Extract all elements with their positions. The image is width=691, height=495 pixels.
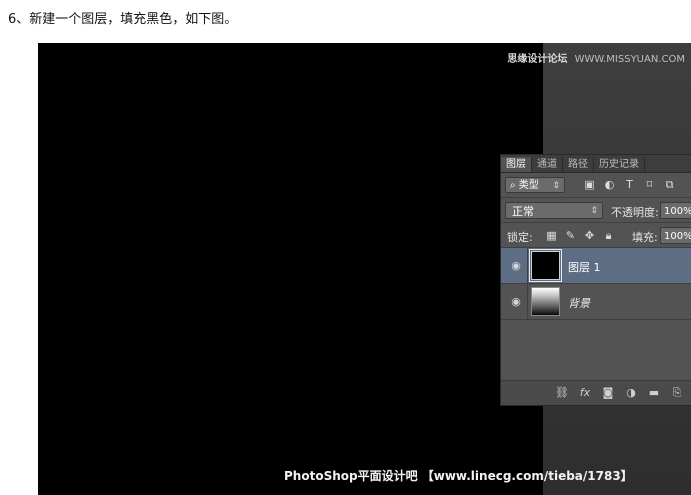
chevron-updown-icon: ⇕ — [552, 181, 560, 191]
tab-layers[interactable]: 图层 — [501, 157, 532, 172]
lock-position-icon[interactable]: ✥ — [583, 229, 596, 242]
instruction-caption: 6、新建一个图层，填充黑色，如下图。 — [8, 12, 238, 27]
layer-name: 背景 — [568, 297, 590, 310]
image-filter-icon[interactable]: ▣ — [583, 178, 596, 191]
adjustment-filter-icon[interactable]: ◐ — [603, 178, 616, 191]
adjustment-icon[interactable]: ◑ — [624, 386, 638, 399]
lock-row: 锁定: ▦ ✎ ✥ 🔒︎ 填充: 100% — [501, 223, 691, 247]
lock-icons: ▦ ✎ ✥ 🔒︎ — [545, 229, 615, 242]
layers-panel: 图层 通道 路径 历史记录 ⌕ 类型 ⇕ ▣ ◐ T ⌑ ⧉ 正常 ⇕ 不透明度… — [500, 154, 691, 406]
lock-transparent-icon[interactable]: ▦ — [545, 229, 558, 242]
chevron-updown-icon: ⇕ — [590, 206, 598, 216]
layer-row[interactable]: ◉ 背景 — [501, 284, 691, 320]
fx-icon[interactable]: fx — [578, 386, 592, 399]
divider — [527, 248, 528, 283]
fill-input[interactable]: 100% — [660, 227, 691, 244]
panel-footer: ⛓ fx ◙ ◑ ▬ ⎘ — [501, 380, 691, 405]
new-layer-icon[interactable]: ⎘ — [670, 386, 684, 399]
tab-channels[interactable]: 通道 — [532, 157, 563, 172]
tab-history[interactable]: 历史记录 — [594, 157, 645, 172]
watermark-top-cn: 思缘设计论坛 — [507, 54, 568, 65]
watermark-top: 思缘设计论坛 WWW.MISSYUAN.COM — [507, 50, 685, 65]
link-icon[interactable]: ⛓ — [555, 386, 569, 399]
lock-label: 锁定: — [507, 231, 533, 244]
layers-list: ◉ 图层 1 ◉ 背景 — [501, 248, 691, 380]
document-canvas[interactable] — [38, 43, 543, 495]
lock-image-icon[interactable]: ✎ — [564, 229, 577, 242]
panel-tabs: 图层 通道 路径 历史记录 — [501, 155, 691, 173]
eye-icon[interactable]: ◉ — [509, 295, 523, 308]
lock-all-icon[interactable]: 🔒︎ — [602, 229, 615, 242]
layer-row[interactable]: ◉ 图层 1 — [501, 248, 691, 284]
tab-paths[interactable]: 路径 — [563, 157, 594, 172]
smart-object-filter-icon[interactable]: ⧉ — [663, 178, 676, 191]
blend-row: 正常 ⇕ 不透明度: 100% — [501, 198, 691, 222]
layer-thumbnail — [531, 251, 560, 280]
layer-thumbnail — [531, 287, 560, 316]
search-icon: ⌕ — [510, 180, 516, 191]
divider — [527, 284, 528, 319]
fill-label: 填充: — [632, 231, 658, 244]
watermark-bottom: PhotoShop平面设计吧 【www.linecg.com/tieba/178… — [284, 469, 633, 483]
watermark-top-url: WWW.MISSYUAN.COM — [574, 54, 685, 65]
blend-mode-label: 正常 — [512, 205, 534, 218]
kind-filter-label: 类型 — [518, 180, 539, 191]
shape-filter-icon[interactable]: ⌑ — [643, 178, 656, 191]
blend-mode-select[interactable]: 正常 ⇕ — [505, 202, 603, 219]
mask-icon[interactable]: ◙ — [601, 386, 615, 399]
layer-name: 图层 1 — [568, 261, 601, 274]
eye-icon[interactable]: ◉ — [509, 259, 523, 272]
filter-row: ⌕ 类型 ⇕ ▣ ◐ T ⌑ ⧉ — [501, 173, 691, 197]
folder-icon[interactable]: ▬ — [647, 386, 661, 399]
kind-filter-select[interactable]: ⌕ 类型 ⇕ — [505, 177, 565, 193]
opacity-label: 不透明度: — [611, 206, 659, 219]
type-filter-icon[interactable]: T — [623, 178, 636, 191]
opacity-input[interactable]: 100% — [660, 202, 691, 219]
footer-icons: ⛓ fx ◙ ◑ ▬ ⎘ — [555, 386, 684, 399]
photoshop-screenshot: 思缘设计论坛 WWW.MISSYUAN.COM 图层 通道 路径 历史记录 ⌕ … — [38, 43, 691, 495]
filter-icons: ▣ ◐ T ⌑ ⧉ — [583, 178, 676, 191]
